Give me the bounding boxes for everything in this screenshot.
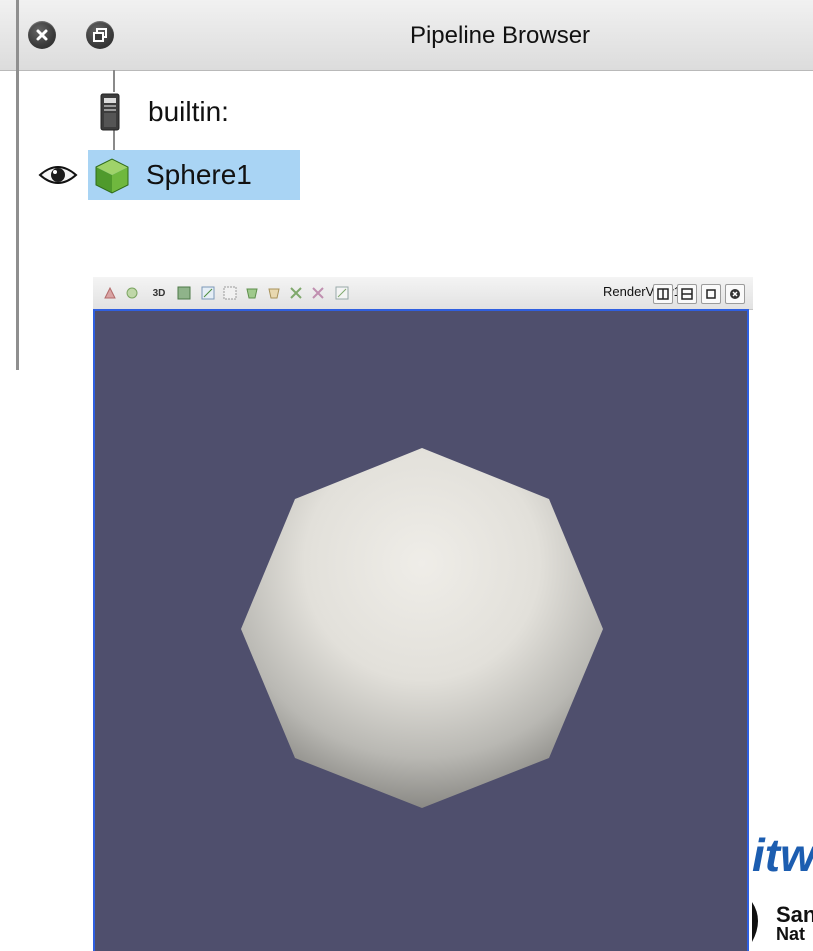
clear-selection-icon[interactable]: [335, 286, 349, 300]
interaction-mode-icon[interactable]: [125, 286, 139, 300]
sandia-logo: San Nat: [752, 900, 813, 944]
render-view-toolbar: 3D RenderView1: [93, 277, 753, 310]
select-block-icon[interactable]: [289, 286, 303, 300]
capture-screenshot-icon[interactable]: [177, 286, 191, 300]
render-view-canvas[interactable]: [93, 309, 749, 951]
undock-icon: [93, 28, 107, 42]
eye-icon: [38, 166, 78, 184]
close-view-button[interactable]: [725, 284, 745, 304]
undock-panel-button[interactable]: [86, 21, 114, 49]
kitware-logo: itw: [752, 829, 813, 881]
select-cells-icon[interactable]: [201, 286, 215, 300]
toggle-3d-button[interactable]: 3D: [149, 286, 169, 300]
reset-camera-icon[interactable]: [103, 286, 117, 300]
tree-item-label: builtin:: [148, 96, 229, 127]
tree-connector-top: [113, 70, 115, 92]
tree-item-sphere1[interactable]: Sphere1: [88, 150, 300, 200]
maximize-view-button[interactable]: [701, 284, 721, 304]
sphere-render: [241, 448, 603, 808]
close-icon: [36, 29, 48, 41]
split-vertical-button[interactable]: [677, 284, 697, 304]
close-icon: [730, 289, 740, 299]
server-icon: [100, 93, 120, 131]
tree-item-label: Sphere1: [146, 159, 252, 190]
select-polygon-icon[interactable]: [311, 286, 325, 300]
select-frustum-cells-icon[interactable]: [245, 286, 259, 300]
select-points-icon[interactable]: [223, 286, 237, 300]
select-frustum-points-icon[interactable]: [267, 286, 281, 300]
green-cube-icon: [95, 158, 129, 194]
split-horizontal-icon: [657, 288, 669, 300]
split-vertical-icon: [681, 288, 693, 300]
maximize-icon: [706, 289, 716, 299]
pipeline-browser-titlebar: Pipeline Browser: [0, 0, 813, 71]
tree-item-builtin[interactable]: builtin:: [100, 92, 229, 132]
panel-title: Pipeline Browser: [409, 22, 591, 49]
split-horizontal-button[interactable]: [653, 284, 673, 304]
visibility-toggle[interactable]: [38, 163, 78, 187]
close-panel-button[interactable]: [28, 21, 56, 49]
